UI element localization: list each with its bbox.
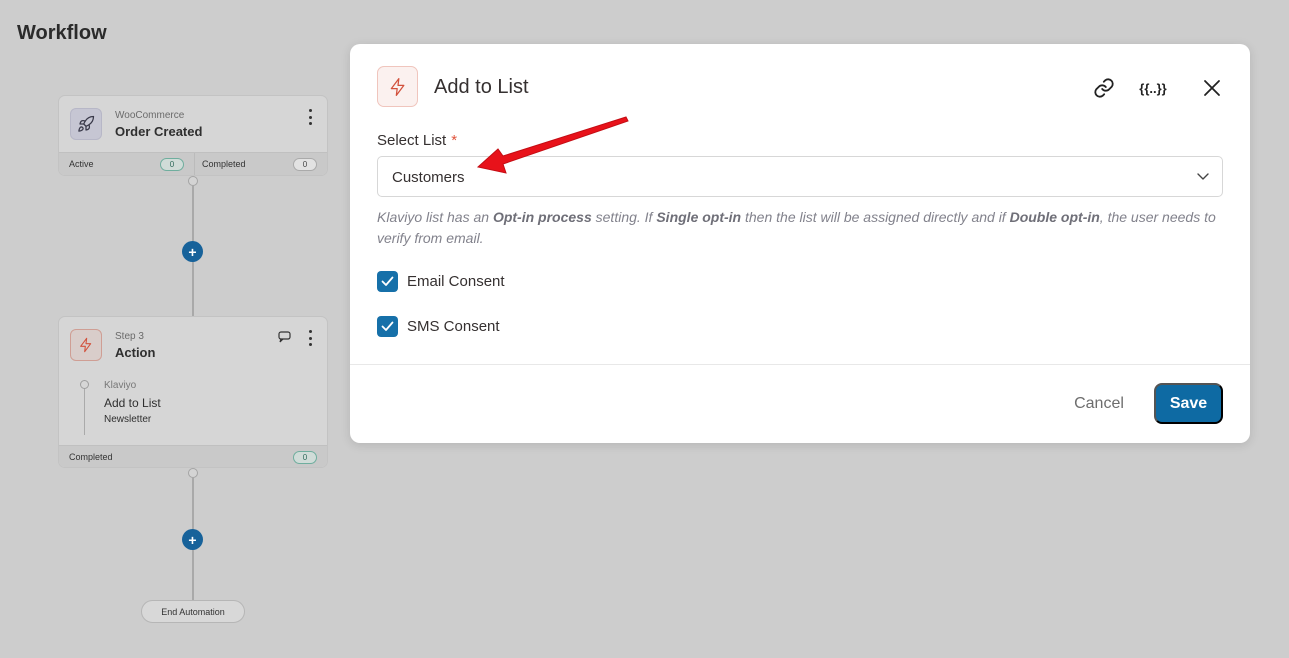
email-consent-label: Email Consent — [407, 273, 505, 290]
action-name: Add to List — [104, 396, 161, 410]
comment-icon[interactable] — [278, 330, 291, 348]
trigger-app-label: WooCommerce — [115, 110, 185, 121]
sms-consent-option[interactable]: SMS Consent — [377, 316, 500, 337]
hint-emphasis: Single opt-in — [656, 209, 742, 225]
checkmark-icon — [381, 321, 394, 331]
opt-in-hint: Klaviyo list has an Opt-in process setti… — [377, 207, 1227, 249]
lightning-icon — [70, 329, 102, 361]
lightning-icon — [377, 66, 418, 107]
step-timeline-line — [84, 385, 85, 435]
rocket-icon — [70, 108, 102, 140]
connector-handle — [188, 468, 198, 478]
hint-emphasis: Double opt-in — [1009, 209, 1100, 225]
hint-text: then the list will be assigned directly … — [741, 209, 1010, 225]
link-icon[interactable] — [1091, 75, 1117, 101]
select-list-label: Select List * — [377, 132, 457, 149]
trigger-node-header: WooCommerce Order Created — [59, 96, 327, 152]
merge-tags-icon[interactable]: {{..}} — [1138, 75, 1168, 101]
action-menu-kebab-icon[interactable] — [307, 330, 313, 346]
action-step-detail[interactable]: Klaviyo Add to List Newsletter — [59, 373, 327, 445]
add-to-list-modal: Add to List {{..}} Select List * Customer… — [350, 44, 1250, 443]
hint-emphasis: Opt-in process — [492, 209, 592, 225]
trigger-menu-kebab-icon[interactable] — [307, 109, 313, 125]
trigger-stat-completed: Completed 0 — [194, 153, 327, 175]
modal-footer-divider — [350, 364, 1250, 365]
hint-text: Klaviyo list has an — [377, 209, 493, 225]
email-consent-checkbox[interactable] — [377, 271, 398, 292]
chevron-down-icon — [1196, 169, 1210, 188]
checkmark-icon — [381, 276, 394, 286]
action-step-label: Step 3 — [115, 331, 144, 342]
end-automation-node: End Automation — [141, 600, 245, 623]
plus-icon: + — [188, 531, 197, 548]
action-list-name: Newsletter — [104, 414, 152, 425]
step-timeline-dot — [80, 380, 89, 389]
action-stat-completed: Completed 0 — [59, 446, 327, 467]
action-node-header: Step 3 Action — [59, 317, 327, 373]
required-marker: * — [451, 132, 458, 149]
stat-label: Completed — [69, 452, 113, 462]
add-step-button[interactable]: + — [182, 241, 203, 262]
trigger-stats: Active 0 Completed 0 — [59, 152, 327, 175]
cancel-button[interactable]: Cancel — [1064, 384, 1134, 424]
page-title: Workflow — [17, 22, 107, 44]
action-app-label: Klaviyo — [104, 380, 137, 391]
email-consent-option[interactable]: Email Consent — [377, 271, 505, 292]
stat-label: Active — [69, 159, 94, 169]
stat-label: Completed — [202, 159, 246, 169]
hint-text: setting. If — [591, 209, 657, 225]
stat-count-badge: 0 — [293, 157, 317, 171]
stat-count-badge: 0 — [293, 450, 317, 464]
trigger-node[interactable]: WooCommerce Order Created Active 0 Compl… — [58, 95, 328, 176]
action-stats: Completed 0 — [59, 445, 327, 467]
trigger-title: Order Created — [115, 124, 203, 139]
modal-title: Add to List — [434, 76, 529, 98]
close-icon[interactable] — [1199, 75, 1225, 101]
select-list-value: Customers — [392, 169, 465, 186]
stat-count-badge: 0 — [160, 157, 184, 171]
add-step-button[interactable]: + — [182, 529, 203, 550]
save-button[interactable]: Save — [1154, 383, 1223, 424]
sms-consent-label: SMS Consent — [407, 318, 500, 335]
sms-consent-checkbox[interactable] — [377, 316, 398, 337]
plus-icon: + — [188, 243, 197, 260]
connector-handle — [188, 176, 198, 186]
action-node[interactable]: Step 3 Action Klaviyo Add to List Newsle… — [58, 316, 328, 468]
trigger-stat-active: Active 0 — [59, 153, 194, 175]
select-list-label-text: Select List — [377, 132, 447, 149]
select-list-dropdown[interactable]: Customers — [377, 156, 1223, 197]
action-title: Action — [115, 345, 156, 360]
